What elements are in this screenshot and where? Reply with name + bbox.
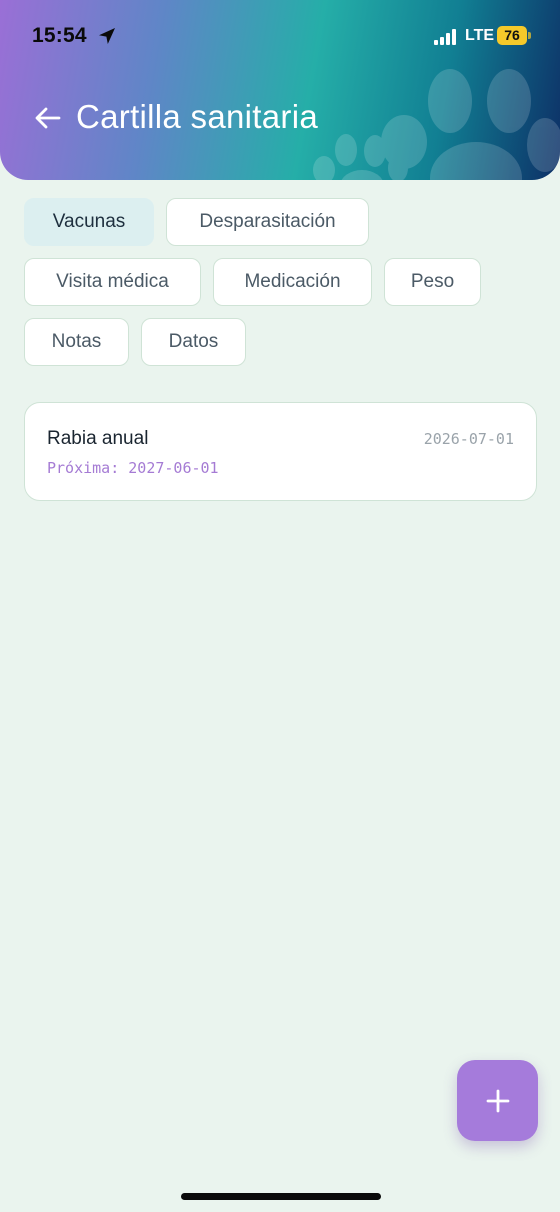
tab-vacunas[interactable]: Vacunas bbox=[24, 198, 154, 246]
plus-icon bbox=[486, 1089, 509, 1112]
vaccine-record-card[interactable]: Rabia anual 2026-07-01 Próxima: 2027-06-… bbox=[24, 402, 537, 501]
tab-medicacion[interactable]: Medicación bbox=[213, 258, 372, 306]
record-date: 2026-07-01 bbox=[423, 430, 514, 448]
add-record-button[interactable] bbox=[457, 1060, 538, 1141]
tab-desparasitacion[interactable]: Desparasitación bbox=[166, 198, 369, 246]
back-button[interactable] bbox=[28, 98, 68, 138]
arrow-left-icon bbox=[35, 107, 61, 129]
tab-notas[interactable]: Notas bbox=[24, 318, 129, 366]
tab-visita-medica[interactable]: Visita médica bbox=[24, 258, 201, 306]
record-title: Rabia anual bbox=[47, 428, 149, 449]
app-header: 15:54 LTE 76 Cartilla sanitaria bbox=[0, 0, 560, 180]
battery-cap bbox=[528, 32, 531, 39]
battery-icon: 76 bbox=[497, 26, 527, 45]
status-bar: 15:54 LTE 76 bbox=[0, 0, 560, 72]
home-indicator bbox=[181, 1193, 381, 1200]
tab-datos[interactable]: Datos bbox=[141, 318, 246, 366]
record-next-date: Próxima: 2027-06-01 bbox=[47, 459, 219, 477]
status-time: 15:54 bbox=[32, 24, 87, 47]
page-title: Cartilla sanitaria bbox=[76, 98, 318, 135]
tab-peso[interactable]: Peso bbox=[384, 258, 481, 306]
location-arrow-icon bbox=[99, 28, 115, 44]
cellular-signal-icon bbox=[434, 29, 456, 45]
network-type: LTE bbox=[465, 27, 495, 44]
